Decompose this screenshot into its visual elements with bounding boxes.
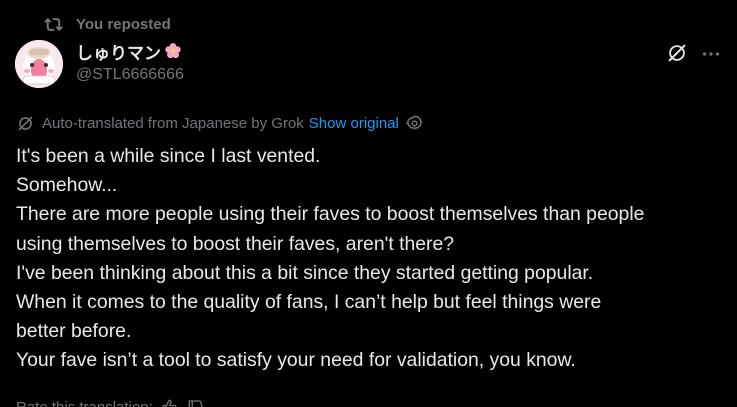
tweet-line: There are more people using their faves …: [16, 203, 645, 226]
author-name[interactable]: しゅりマン: [76, 40, 184, 63]
repost-label: You reposted: [76, 15, 171, 33]
show-original-link[interactable]: Show original: [309, 115, 399, 132]
gear-icon[interactable]: [405, 114, 424, 133]
tweet-line: When it comes to the quality of fans, I …: [16, 291, 602, 314]
tweet-line: better before.: [16, 320, 132, 343]
rate-translation: Rate this translation:: [16, 396, 205, 407]
author-handle[interactable]: @STL6666666: [76, 65, 184, 85]
rate-translation-label: Rate this translation:: [16, 398, 153, 407]
thumbs-up-icon[interactable]: [161, 398, 179, 407]
thumbs-down-icon[interactable]: [187, 398, 205, 407]
author-name-text: しゅりマン: [76, 43, 161, 63]
grok-translate-icon: [18, 116, 33, 130]
author-block: しゅりマン @STL6666666: [76, 40, 184, 85]
tweet-line: I've been thinking about this a bit sinc…: [16, 261, 594, 284]
tweet-text: It's been a while since I last vented. S…: [16, 142, 726, 376]
repost-icon: [44, 17, 63, 31]
translation-notice-text: Auto-translated from Japanese by Grok: [42, 114, 304, 132]
more-button[interactable]: [700, 43, 722, 65]
tweet-line: Somehow...: [16, 174, 118, 197]
repost-indicator[interactable]: You reposted: [44, 13, 171, 35]
avatar[interactable]: [15, 40, 63, 88]
translation-notice: Auto-translated from Japanese by Grok Sh…: [16, 112, 424, 134]
avatar-illustration: [15, 40, 63, 88]
tweet-line: Your fave isn’t a tool to satisfy your n…: [16, 349, 576, 372]
tweet-line: using themselves to boost their faves, a…: [16, 232, 455, 255]
more-icon: [702, 52, 720, 56]
grok-button[interactable]: [666, 42, 688, 64]
cherry-blossom-icon: [165, 43, 181, 59]
tweet-line: It's been a while since I last vented.: [16, 145, 321, 167]
grok-icon: [668, 44, 686, 62]
